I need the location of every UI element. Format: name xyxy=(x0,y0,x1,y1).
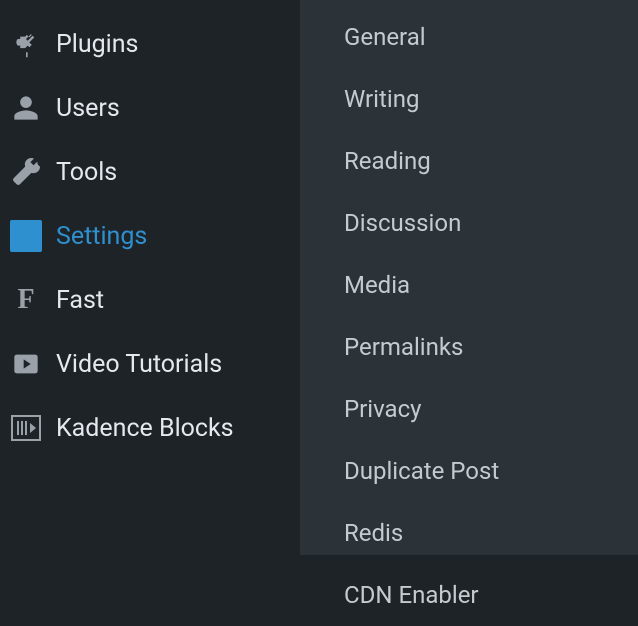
sidebar-item-label: Fast xyxy=(56,286,104,315)
admin-sidebar: Plugins Users Tools Settings F Fast Vide… xyxy=(0,0,300,555)
submenu-item-duplicate-post[interactable]: Duplicate Post xyxy=(344,440,638,502)
sidebar-item-label: Tools xyxy=(56,158,117,187)
sidebar-item-label: Settings xyxy=(56,222,147,251)
sidebar-item-label: Kadence Blocks xyxy=(56,414,234,443)
submenu-item-writing[interactable]: Writing xyxy=(344,68,638,130)
user-icon xyxy=(10,92,42,124)
sidebar-item-kadence-blocks[interactable]: Kadence Blocks xyxy=(0,396,300,460)
wrench-icon xyxy=(10,156,42,188)
sidebar-item-fast[interactable]: F Fast xyxy=(0,268,300,332)
sidebar-item-label: Plugins xyxy=(56,30,138,59)
sidebar-item-users[interactable]: Users xyxy=(0,76,300,140)
sidebar-item-plugins[interactable]: Plugins xyxy=(0,12,300,76)
submenu-item-privacy[interactable]: Privacy xyxy=(344,378,638,440)
submenu-item-permalinks[interactable]: Permalinks xyxy=(344,316,638,378)
submenu-item-discussion[interactable]: Discussion xyxy=(344,192,638,254)
sidebar-item-tools[interactable]: Tools xyxy=(0,140,300,204)
submenu-item-cdn-enabler[interactable]: CDN Enabler xyxy=(344,564,638,626)
settings-submenu: General Writing Reading Discussion Media… xyxy=(300,0,638,555)
plug-icon xyxy=(10,28,42,60)
sidebar-item-label: Video Tutorials xyxy=(56,350,222,379)
sidebar-item-label: Users xyxy=(56,94,120,123)
kadence-icon xyxy=(10,412,42,444)
submenu-item-general[interactable]: General xyxy=(344,6,638,68)
sidebar-item-video-tutorials[interactable]: Video Tutorials xyxy=(0,332,300,396)
fast-icon: F xyxy=(10,284,42,316)
submenu-item-media[interactable]: Media xyxy=(344,254,638,316)
submenu-item-reading[interactable]: Reading xyxy=(344,130,638,192)
sliders-icon xyxy=(10,220,42,252)
play-icon xyxy=(10,348,42,380)
sidebar-item-settings[interactable]: Settings xyxy=(0,204,300,268)
